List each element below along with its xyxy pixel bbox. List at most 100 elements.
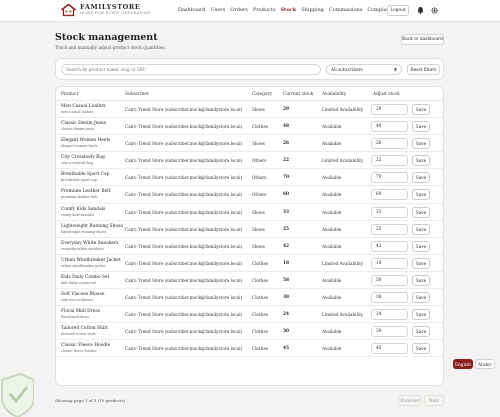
product-name[interactable]: Kids Daily Combo Set (61, 275, 109, 280)
save-button[interactable]: Save (412, 343, 430, 355)
current-stock: 26 (283, 141, 289, 147)
reset-filters-button[interactable]: Reset filters (407, 64, 440, 75)
table-row: Comfy Kids Sandals comfy-kids-sandals Cair… (56, 204, 443, 221)
adjust-stock-input[interactable]: 24 (371, 309, 408, 321)
table-row: City Crossbody Bag city-crossbody-bag Cair… (56, 152, 443, 170)
save-button[interactable]: Save (412, 138, 430, 150)
save-button[interactable]: Save (412, 309, 430, 321)
adjust-stock-input[interactable]: 18 (371, 257, 408, 269)
nav-dashboard[interactable]: Dashboard (178, 7, 206, 13)
save-button[interactable]: Save (412, 189, 430, 201)
subscriber-name: Cairo Trend Store (subscriber.mock@famil… (125, 124, 243, 130)
product-name[interactable]: Classic Fleece Hoodie (61, 343, 110, 348)
product-name[interactable]: City Crossbody Bag (61, 155, 105, 160)
product-name[interactable]: Tailored Cotton Shirt (61, 326, 108, 331)
language-arabic-button[interactable]: Arabic (475, 359, 495, 369)
product-slug: tailored-cotton-shirt (61, 332, 96, 337)
header-subscriber: Subscriber (125, 92, 149, 97)
subscriber-name: Cairo Trend Store (subscriber.mock@famil… (125, 312, 243, 318)
availability-status: Available (322, 295, 342, 301)
product-name[interactable]: Classic Denim Jeans (61, 121, 106, 126)
table-row: Lightweight Running Shoes lightweight-run… (56, 221, 443, 238)
product-category: Clothes (252, 295, 269, 301)
brand-name: FAMILYSTORE (80, 3, 141, 12)
adjust-stock-input[interactable]: 26 (371, 138, 408, 150)
subscriber-name: Cairo Trend Store (subscriber.mock@famil… (125, 295, 243, 301)
bell-icon[interactable] (416, 6, 425, 15)
availability-status: Available (322, 346, 342, 352)
product-name[interactable]: Urban Windbreaker Jacket (61, 258, 121, 263)
subscriber-name: Cairo Trend Store (subscriber.mock@famil… (125, 243, 243, 249)
product-name[interactable]: Lightweight Running Shoes (61, 224, 123, 229)
brand-logo[interactable]: FAMILYSTORE HOME FOR EVERY GENERATION (60, 3, 151, 17)
main-nav: Dashboard Users Orders Products Stock Sh… (178, 7, 401, 13)
save-button[interactable]: Save (412, 155, 430, 167)
adjust-stock-input[interactable]: 25 (371, 223, 408, 235)
availability-status: Available (322, 329, 342, 335)
save-button[interactable]: Save (412, 257, 430, 269)
current-stock: 33 (283, 209, 289, 215)
product-name[interactable]: Comfy Kids Sandals (61, 207, 105, 212)
save-button[interactable]: Save (412, 223, 430, 235)
next-page-button[interactable]: Next (424, 395, 444, 406)
table-row: Men Casual Loafers men-casual-loafers Cair… (56, 101, 443, 119)
nav-commissions[interactable]: Commissions (329, 7, 362, 13)
product-name[interactable]: Premium Leather Belt (61, 189, 110, 194)
availability-status: Available (322, 277, 342, 283)
save-button[interactable]: Save (412, 274, 430, 286)
chevron-down-icon: ▼ (393, 67, 397, 72)
product-name[interactable]: Elegant Women Heels (61, 138, 110, 143)
availability-status: Available (322, 175, 342, 181)
adjust-stock-input[interactable]: 33 (371, 206, 408, 218)
header-adjust-stock: Adjust stock (373, 92, 400, 97)
adjust-stock-input[interactable]: 22 (371, 155, 408, 167)
product-category: Clothes (252, 346, 269, 352)
product-name[interactable]: Everyday White Sneakers (61, 241, 118, 246)
current-stock: 18 (283, 260, 289, 266)
subscriber-select[interactable]: All subscribers ▼ (326, 64, 402, 75)
save-button[interactable]: Save (412, 104, 430, 115)
availability-status: Limited Availability (322, 107, 364, 112)
previous-page-button[interactable]: Previous (398, 395, 421, 406)
save-button[interactable]: Save (412, 240, 430, 252)
product-slug: kids-daily-combo-set (61, 280, 97, 285)
table-row: Soft Viscose Blouse soft-viscose-blouse Ca… (56, 289, 443, 307)
table-header: Product Subscriber Category Current stoc… (56, 87, 443, 101)
language-english-button[interactable]: English (453, 359, 473, 369)
product-category: Clothes (252, 277, 269, 283)
nav-users[interactable]: Users (211, 7, 226, 13)
nav-orders[interactable]: Orders (230, 7, 248, 13)
gear-icon[interactable] (430, 6, 439, 15)
adjust-stock-input[interactable]: 30 (371, 326, 408, 338)
table-row: Elegant Women Heels elegant-women-heels Ca… (56, 135, 443, 153)
product-slug: lightweight-running-shoes (61, 229, 107, 234)
subscriber-select-value: All subscribers (331, 67, 363, 72)
nav-products[interactable]: Products (253, 7, 276, 13)
product-name[interactable]: Soft Viscose Blouse (61, 292, 105, 297)
product-name[interactable]: Breathable Sport Cap (61, 172, 109, 177)
adjust-stock-input[interactable]: 45 (371, 343, 408, 355)
save-button[interactable]: Save (412, 292, 430, 304)
search-input[interactable] (61, 64, 321, 75)
adjust-stock-input[interactable]: 29 (371, 104, 408, 115)
save-button[interactable]: Save (412, 172, 430, 184)
adjust-stock-input[interactable]: 48 (371, 121, 408, 133)
availability-status: Limited Availability (322, 312, 364, 318)
product-category: Shoes (252, 226, 265, 232)
adjust-stock-input[interactable]: 42 (371, 240, 408, 252)
save-button[interactable]: Save (412, 326, 430, 338)
adjust-stock-input[interactable]: 70 (371, 172, 408, 184)
nav-stock[interactable]: Stock (280, 7, 296, 13)
table-row: Tailored Cotton Shirt tailored-cotton-shi… (56, 323, 443, 341)
product-name[interactable]: Floral Midi Dress (61, 309, 100, 314)
adjust-stock-input[interactable]: 60 (371, 189, 408, 201)
save-button[interactable]: Save (412, 206, 430, 218)
adjust-stock-input[interactable]: 38 (371, 292, 408, 304)
adjust-stock-input[interactable]: 58 (371, 274, 408, 286)
current-stock: 24 (283, 312, 289, 318)
nav-shipping[interactable]: Shipping (301, 7, 324, 13)
product-name[interactable]: Men Casual Loafers (61, 104, 106, 109)
back-to-dashboard-button[interactable]: Back to dashboard (401, 34, 444, 45)
save-button[interactable]: Save (412, 121, 430, 133)
logout-button[interactable]: Logout (387, 5, 409, 16)
